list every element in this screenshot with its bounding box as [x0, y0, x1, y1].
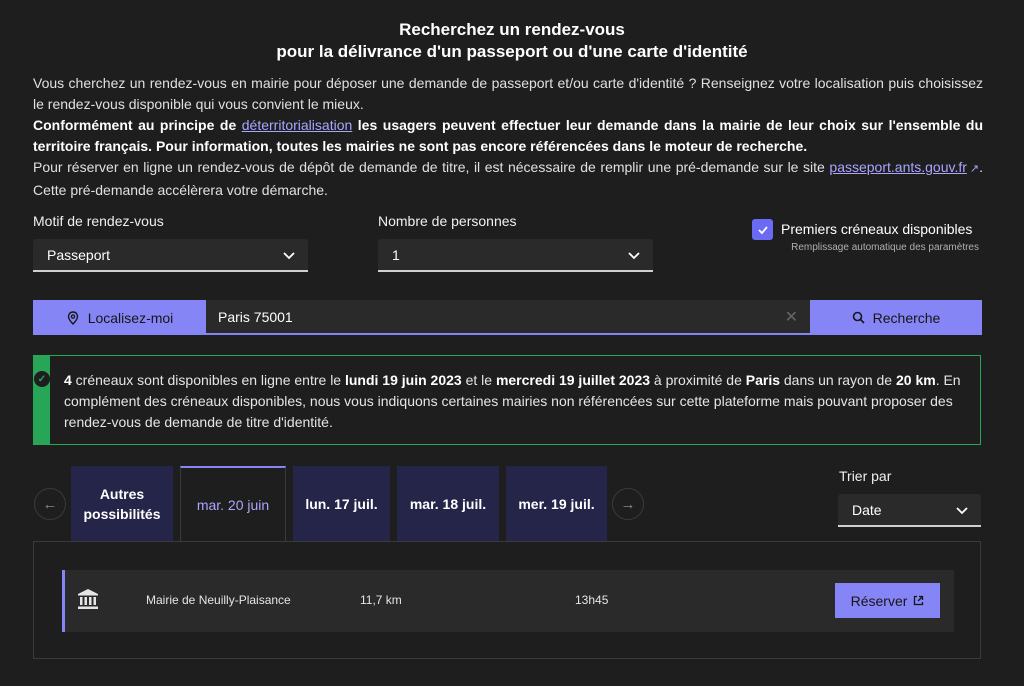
tab-label: mer. 19 juil.: [518, 495, 595, 512]
external-link-icon: ↗: [969, 163, 980, 175]
intro-paragraph-2-start: Conformément au principe de: [33, 117, 242, 133]
deterritorialisation-link[interactable]: déterritorialisation: [242, 117, 353, 133]
page-title-line-2: pour la délivrance d'un passeport ou d'u…: [276, 42, 748, 61]
intro-paragraph-3-start: Pour réserver en ligne un rendez-vous de…: [33, 159, 830, 175]
intro-text: Vous cherchez un rendez-vous en mairie p…: [33, 73, 983, 201]
premiers-creneaux-checkbox[interactable]: [752, 219, 773, 240]
alert-text-3: à proximité de: [650, 372, 746, 388]
tab-label: mar. 20 juin: [196, 497, 270, 513]
location-input[interactable]: Paris 75001 ✕: [206, 300, 810, 335]
location-pin-icon: [67, 310, 78, 325]
tab-label: lun. 17 juil.: [305, 495, 378, 512]
town-hall-icon: [78, 589, 98, 609]
external-link-icon: [914, 595, 924, 606]
alert-side-bar: ✓: [34, 356, 50, 444]
tab-label-line-1: Autres: [99, 485, 145, 502]
success-alert: ✓ 4 créneaux sont disponibles en ligne e…: [33, 355, 981, 445]
next-arrow-icon[interactable]: →: [612, 488, 644, 520]
previous-arrow-icon[interactable]: ←: [34, 488, 66, 520]
motif-select-value: Passeport: [47, 246, 111, 263]
tab-label: mar. 18 juil.: [409, 495, 487, 512]
alert-text-2: et le: [461, 372, 496, 388]
tab-mar-20-juin[interactable]: mar. 20 juin: [180, 466, 286, 542]
result-time: 13h45: [575, 593, 609, 607]
alert-date-start: lundi 19 juin 2023: [344, 372, 462, 388]
sort-select[interactable]: Date: [838, 494, 981, 527]
tab-autres-possibilites[interactable]: Autres possibilités: [71, 466, 173, 541]
result-row: Mairie de Neuilly-Plaisance 11,7 km 13h4…: [62, 570, 954, 632]
check-circle-icon: ✓: [34, 371, 50, 387]
alert-date-end: mercredi 19 juillet 2023: [495, 372, 651, 388]
tab-mar-18-juil[interactable]: mar. 18 juil.: [397, 466, 499, 541]
chevron-down-icon: [283, 251, 295, 259]
reserver-label: Réserver: [850, 592, 908, 609]
location-input-value: Paris 75001: [218, 308, 293, 325]
localisez-moi-button[interactable]: Localisez-moi: [33, 300, 206, 335]
alert-count: 4: [64, 372, 72, 388]
motif-label: Motif de rendez-vous: [33, 213, 164, 229]
alert-city: Paris: [745, 372, 780, 388]
recherche-label: Recherche: [872, 309, 941, 326]
premiers-creneaux-hint: Remplissage automatique des paramètres: [791, 242, 979, 253]
tab-label-line-2: possibilités: [83, 505, 161, 522]
premiers-creneaux-label[interactable]: Premiers créneaux disponibles: [781, 221, 972, 237]
tab-lun-17-juil[interactable]: lun. 17 juil.: [293, 466, 390, 541]
intro-paragraph-1: Vous cherchez un rendez-vous en mairie p…: [33, 75, 983, 112]
recherche-button[interactable]: Recherche: [810, 300, 982, 335]
results-panel: Mairie de Neuilly-Plaisance 11,7 km 13h4…: [33, 541, 981, 659]
result-distance: 11,7 km: [360, 593, 402, 607]
nombre-select[interactable]: 1: [378, 239, 653, 272]
search-icon: [852, 311, 865, 324]
checkmark-icon: [757, 225, 768, 234]
nombre-select-value: 1: [392, 246, 400, 263]
chevron-down-icon: [956, 506, 968, 514]
search-bar: Localisez-moi Paris 75001 ✕ Recherche: [33, 300, 982, 335]
nombre-label: Nombre de personnes: [378, 213, 517, 229]
page-title: Recherchez un rendez-vous pour la délivr…: [0, 19, 1024, 63]
page-title-line-1: Recherchez un rendez-vous: [399, 20, 625, 39]
tab-mer-19-juil[interactable]: mer. 19 juil.: [506, 466, 607, 541]
result-name: Mairie de Neuilly-Plaisance: [146, 593, 291, 607]
localisez-moi-label: Localisez-moi: [87, 309, 174, 326]
chevron-down-icon: [628, 251, 640, 259]
ants-link[interactable]: passeport.ants.gouv.fr: [829, 159, 966, 175]
alert-text-1: créneaux sont disponibles en ligne entre…: [71, 372, 345, 388]
sort-label: Trier par: [839, 468, 892, 484]
sort-select-value: Date: [852, 501, 882, 518]
alert-message: 4 créneaux sont disponibles en ligne ent…: [50, 356, 980, 444]
reserver-button[interactable]: Réserver: [835, 583, 940, 618]
motif-select[interactable]: Passeport: [33, 239, 308, 272]
alert-text-4: dans un rayon de: [780, 372, 896, 388]
clear-icon[interactable]: ✕: [785, 307, 798, 327]
alert-radius: 20 km: [895, 372, 936, 388]
